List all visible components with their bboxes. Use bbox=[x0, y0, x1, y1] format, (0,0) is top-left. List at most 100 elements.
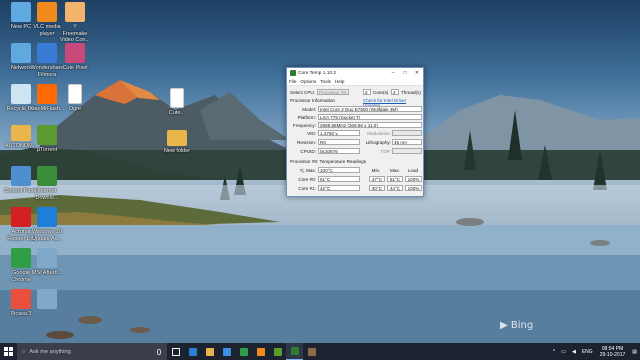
coretemp-titlebar[interactable]: Core Temp 1.10.2 – □ ✕ bbox=[287, 68, 423, 78]
task-view-icon bbox=[171, 347, 180, 356]
taskbar: ○ Ask me anything ^ ▭ ◀ ENG 08:54 PM 29-… bbox=[0, 343, 640, 360]
cpuid-label: CPUID: bbox=[300, 149, 316, 154]
desktop-icon-8[interactable]: Ogre bbox=[56, 84, 94, 113]
desktop-icon-label: Picasa 3 bbox=[10, 311, 32, 317]
model-value: Intel Core 2 Duo E7500 (Wolfdale 3M) bbox=[318, 106, 422, 112]
taskbar-button-edge[interactable] bbox=[184, 343, 201, 360]
photos-icon bbox=[307, 347, 316, 356]
lithography-label: Lithography: bbox=[365, 140, 391, 145]
windows-update-icon bbox=[37, 207, 57, 227]
microphone-icon[interactable] bbox=[157, 348, 161, 355]
core1-min: 40°C bbox=[369, 185, 385, 191]
tdp-label: TDP: bbox=[380, 149, 391, 154]
desktop-icon-2[interactable]: Y Freemake Video Con... bbox=[56, 2, 94, 44]
col-min-header: Min. bbox=[371, 168, 381, 173]
core1-label: Core #1: bbox=[298, 186, 316, 191]
coretemp-icon bbox=[290, 347, 299, 355]
edge-icon bbox=[188, 347, 197, 356]
desktop-icon-label: Cute Pixel bbox=[62, 65, 88, 71]
modulation-value bbox=[392, 130, 422, 136]
close-button[interactable]: ✕ bbox=[411, 68, 423, 78]
file-icon bbox=[68, 84, 82, 104]
cortana-search-box[interactable]: ○ Ask me anything bbox=[17, 343, 167, 360]
show-hidden-icons-icon[interactable]: ^ bbox=[553, 349, 555, 355]
core0-max: 51°C bbox=[387, 176, 403, 182]
network-icon[interactable]: ▭ bbox=[561, 349, 566, 355]
desktop-icon-9[interactable]: Cute... bbox=[158, 88, 196, 117]
vlc-icon bbox=[37, 2, 57, 22]
frequency-value: 2969.58MHz (269.96 x 11.0) bbox=[318, 122, 422, 128]
search-circle-icon: ○ bbox=[22, 348, 26, 355]
filmora-icon bbox=[37, 43, 57, 63]
menu-tools[interactable]: Tools bbox=[320, 79, 331, 84]
core1-max: 44°C bbox=[387, 185, 403, 191]
core0-load: 100% bbox=[405, 176, 422, 182]
core0-temp: 51°C bbox=[318, 176, 360, 182]
notification-center-icon[interactable]: ▤ bbox=[632, 349, 637, 355]
revision-value: R0 bbox=[318, 139, 360, 145]
image-icon bbox=[37, 248, 57, 268]
desktop-icon-16[interactable]: Windows 10 Update As... bbox=[28, 207, 66, 242]
taskbar-button-vlc[interactable] bbox=[252, 343, 269, 360]
taskbar-button-coretemp[interactable] bbox=[286, 343, 303, 360]
tdp-value bbox=[392, 148, 422, 154]
clock[interactable]: 08:54 PM 29-10-2017 bbox=[600, 346, 626, 358]
desktop-icon-5[interactable]: Cute Pixel bbox=[56, 43, 94, 72]
folder-icon bbox=[167, 130, 187, 146]
desktop-icon-18[interactable]: MSI Afterb... bbox=[28, 248, 66, 277]
file-explorer-icon bbox=[205, 347, 214, 356]
taskbar-apps bbox=[167, 343, 320, 360]
taskbar-button-store[interactable] bbox=[218, 343, 235, 360]
desktop-icon-label: Cute... bbox=[168, 110, 186, 116]
vlc-icon bbox=[256, 347, 265, 356]
desktop-icon-20[interactable] bbox=[28, 289, 66, 311]
desktop-icon-14[interactable]: Internet Downlo... bbox=[28, 166, 66, 201]
store-icon bbox=[222, 347, 231, 356]
clock-date: 29-10-2017 bbox=[599, 351, 626, 358]
core1-load: 100% bbox=[405, 185, 422, 191]
image-icon bbox=[37, 289, 57, 309]
minimize-button[interactable]: – bbox=[387, 68, 399, 78]
desktop-icon-12[interactable]: New folder bbox=[158, 130, 196, 155]
windows-logo-icon bbox=[4, 347, 13, 356]
temperature-readings-label: Processor #0: Temperature Readings bbox=[290, 159, 367, 164]
col-load-header: Load bbox=[407, 168, 419, 173]
volume-icon[interactable]: ◀ bbox=[572, 349, 576, 355]
model-label: Model: bbox=[302, 107, 316, 112]
taskbar-button-utorrent[interactable] bbox=[269, 343, 286, 360]
vid-value: 1.2750 v bbox=[318, 130, 360, 136]
coretemp-window[interactable]: Core Temp 1.10.2 – □ ✕ File Options Tool… bbox=[286, 67, 424, 197]
bing-label: Bing bbox=[510, 320, 534, 331]
desktop-icon-label: µTorrent bbox=[36, 147, 58, 153]
taskbar-button-photos[interactable] bbox=[303, 343, 320, 360]
start-button[interactable] bbox=[0, 343, 17, 360]
pixel-icon bbox=[65, 43, 85, 63]
taskbar-button-chrome[interactable] bbox=[235, 343, 252, 360]
bing-logo-icon: ▶ bbox=[500, 320, 511, 331]
revision-label: Revision: bbox=[297, 140, 316, 145]
chrome-icon bbox=[239, 347, 248, 356]
maximize-button[interactable]: □ bbox=[399, 68, 411, 78]
frequency-label: Frequency: bbox=[293, 123, 316, 128]
core1-temp: 42°C bbox=[318, 185, 360, 191]
select-cpu-dropdown[interactable]: Processor #0 bbox=[317, 89, 349, 95]
xiaomi-icon bbox=[37, 84, 57, 104]
taskbar-button-file-explorer[interactable] bbox=[201, 343, 218, 360]
menu-options[interactable]: Options bbox=[300, 79, 316, 84]
cores-label: Core(s) bbox=[373, 90, 389, 95]
cores-count: 2 bbox=[363, 89, 371, 95]
taskbar-button-task-view[interactable] bbox=[167, 343, 184, 360]
tjmax-value: 100°C bbox=[318, 167, 360, 173]
idm-icon bbox=[37, 166, 57, 186]
threads-count: 2 bbox=[391, 89, 399, 95]
clock-time: 08:54 PM bbox=[601, 345, 624, 352]
platform-value: LGA 775 (Socket T) bbox=[318, 114, 422, 120]
desktop-icon-11[interactable]: µTorrent bbox=[28, 125, 66, 154]
menu-file[interactable]: File bbox=[289, 79, 296, 84]
menu-help[interactable]: Help bbox=[335, 79, 344, 84]
coretemp-menubar: File Options Tools Help bbox=[287, 78, 423, 86]
desktop-icon-label: MSI Afterb... bbox=[31, 270, 63, 276]
tjmax-label: Tj. Max: bbox=[299, 168, 316, 173]
utorrent-icon bbox=[37, 125, 57, 145]
language-indicator[interactable]: ENG bbox=[582, 349, 593, 355]
